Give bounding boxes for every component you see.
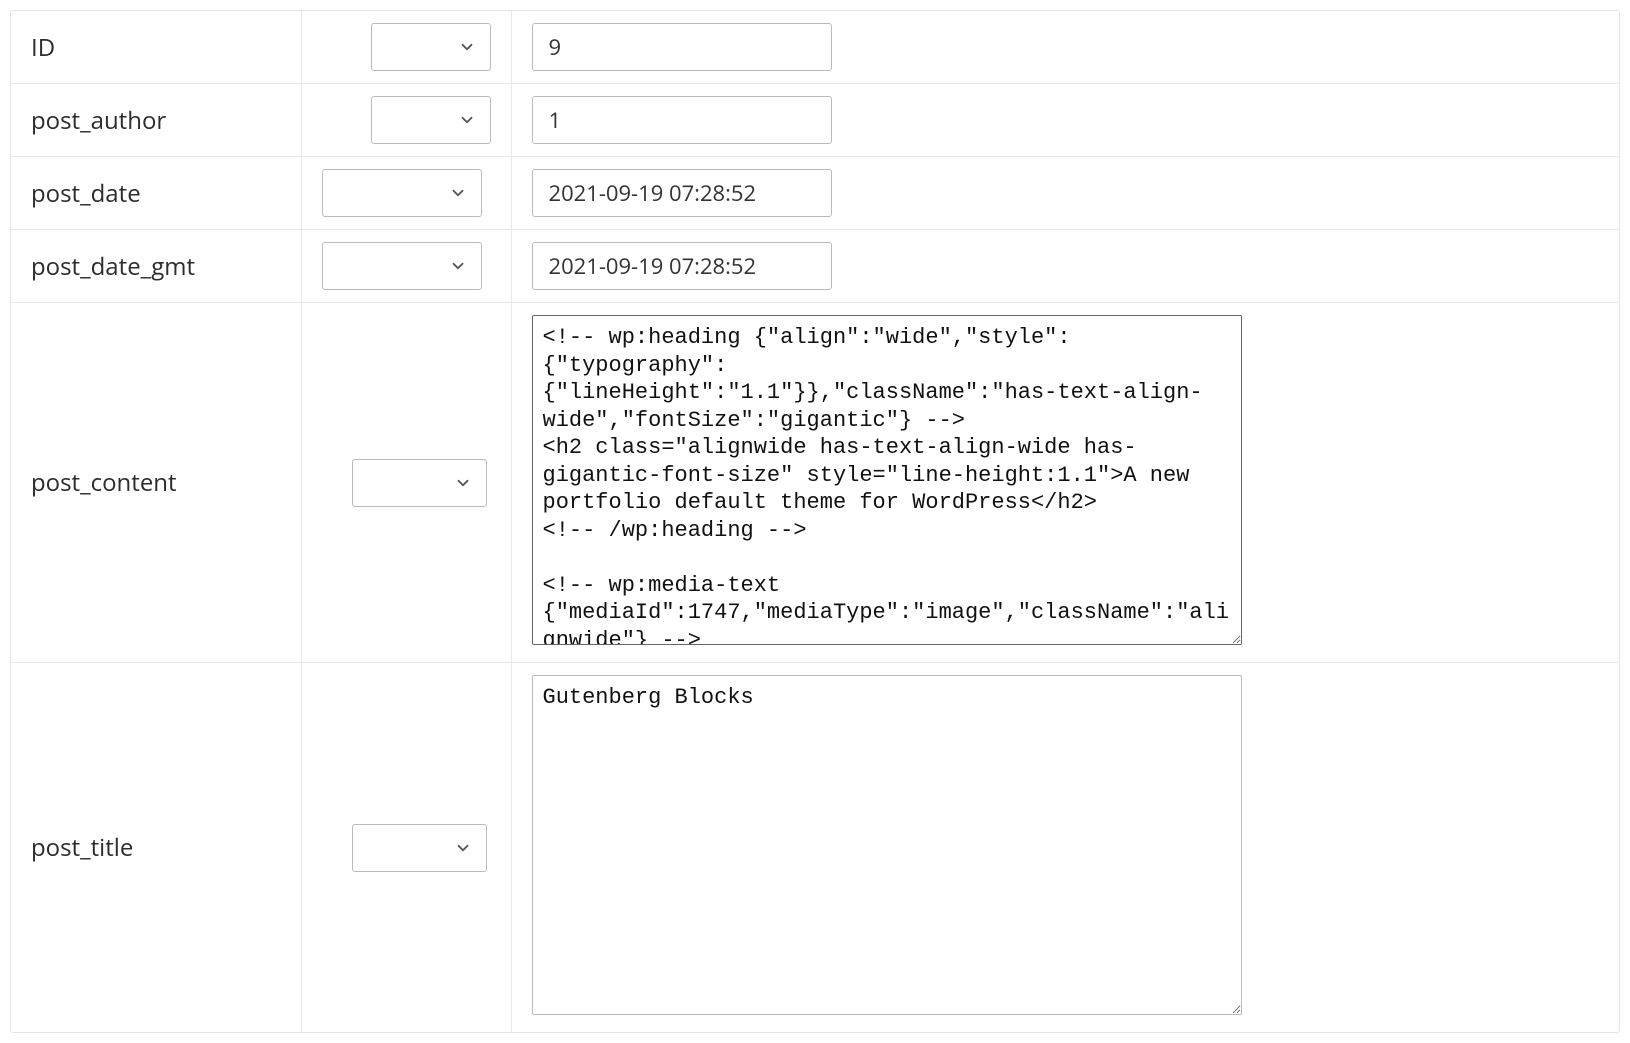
field-label-post-author: post_author [11,84,301,157]
function-select-id[interactable] [371,23,491,71]
function-select-post-date-gmt[interactable] [322,242,482,290]
function-select-post-author[interactable] [371,96,491,144]
field-function-cell [301,157,511,230]
record-fields-table: ID post_author [11,11,1619,1032]
function-select-post-content[interactable] [352,459,487,507]
post-author-input[interactable] [532,96,832,144]
field-label-post-title: post_title [11,663,301,1033]
chevron-down-icon [458,38,476,56]
field-function-cell [301,11,511,84]
field-value-cell [511,84,1619,157]
function-select-post-date[interactable] [322,169,482,217]
id-input[interactable] [532,23,832,71]
post-date-gmt-input[interactable] [532,242,832,290]
table-row: post_author [11,84,1619,157]
chevron-down-icon [454,474,472,492]
chevron-down-icon [449,184,467,202]
field-value-cell [511,663,1619,1033]
field-label-post-date: post_date [11,157,301,230]
field-label-id: ID [11,11,301,84]
field-value-cell [511,11,1619,84]
table-row: post_date [11,157,1619,230]
field-function-cell [301,663,511,1033]
table-row: ID [11,11,1619,84]
field-value-cell [511,303,1619,663]
field-function-cell [301,230,511,303]
function-select-post-title[interactable] [352,824,487,872]
field-value-cell [511,157,1619,230]
field-function-cell [301,303,511,663]
field-label-post-content: post_content [11,303,301,663]
chevron-down-icon [449,257,467,275]
table-row: post_title [11,663,1619,1033]
field-value-cell [511,230,1619,303]
chevron-down-icon [458,111,476,129]
post-content-textarea[interactable] [532,315,1242,645]
table-row: post_date_gmt [11,230,1619,303]
field-label-post-date-gmt: post_date_gmt [11,230,301,303]
db-record-table: ID post_author [10,10,1620,1033]
post-date-input[interactable] [532,169,832,217]
field-function-cell [301,84,511,157]
post-title-textarea[interactable] [532,675,1242,1015]
chevron-down-icon [454,839,472,857]
table-row: post_content [11,303,1619,663]
